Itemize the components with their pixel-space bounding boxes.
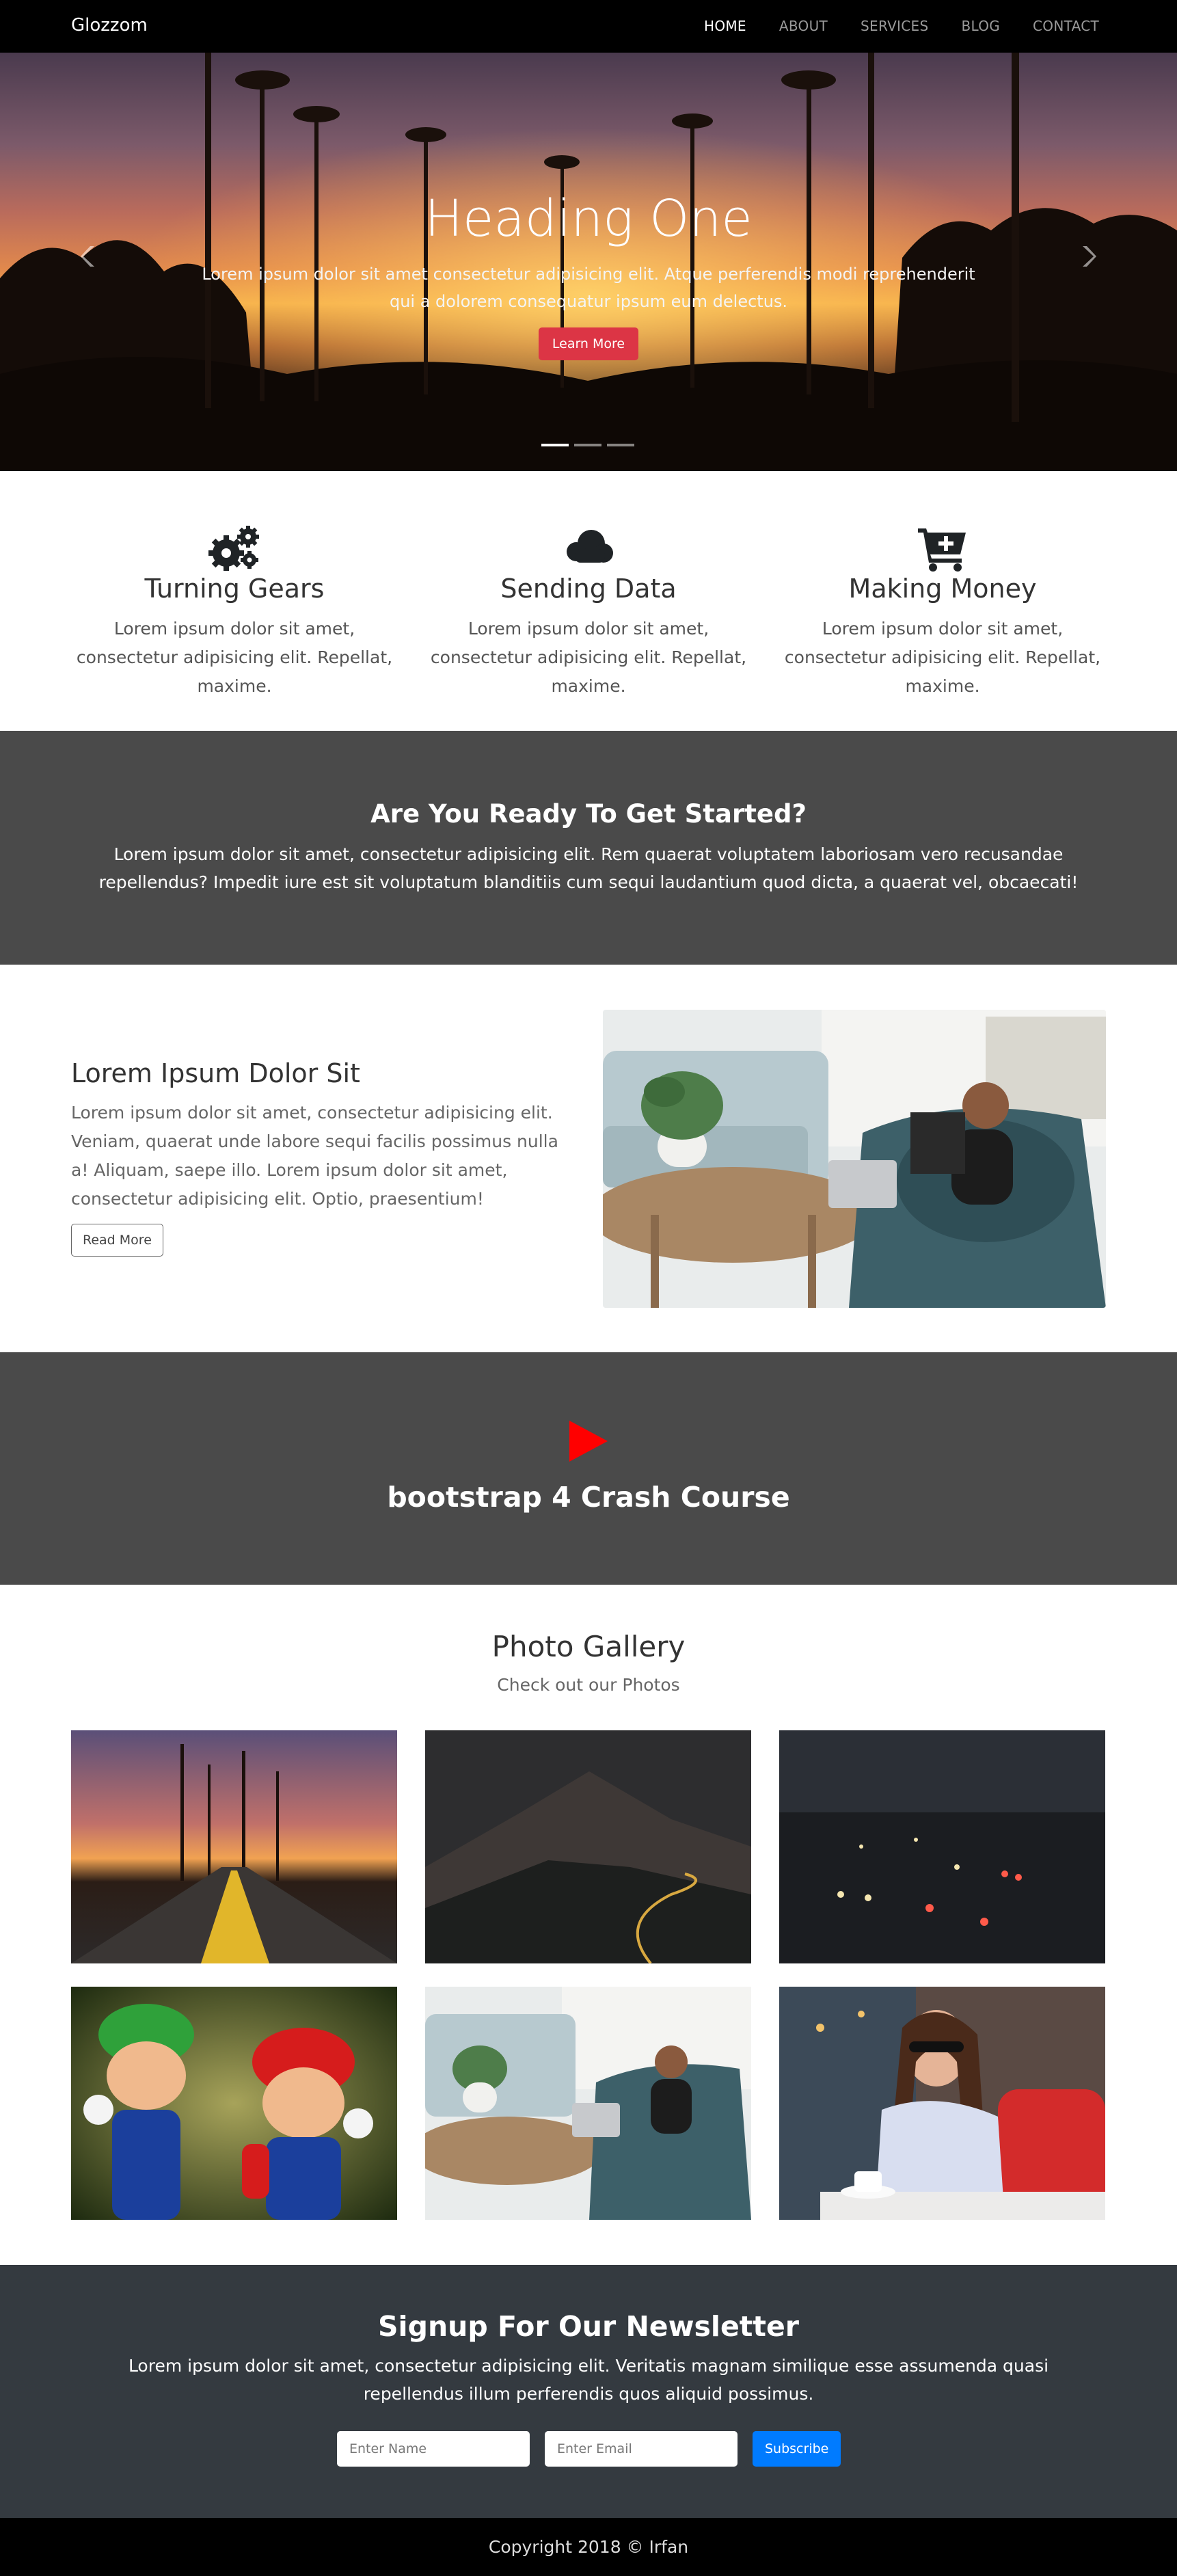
- cart-plus-icon: [918, 528, 966, 572]
- cloud-icon: [567, 530, 613, 563]
- video-section: bootstrap 4 Crash Course: [0, 1352, 1177, 1585]
- subscribe-button[interactable]: Subscribe: [753, 2431, 841, 2467]
- chevron-left-icon: [81, 246, 94, 267]
- carousel-indicators: [541, 444, 634, 446]
- navbar: Glozzom HOME ABOUT SERVICES BLOG CONTACT: [0, 0, 1177, 53]
- hero-heading: Heading One: [424, 189, 753, 248]
- feature-turning-gears: Turning Gears Lorem ipsum dolor sit amet…: [74, 524, 395, 701]
- footer: Copyright 2018 © Irfan: [0, 2518, 1177, 2576]
- gallery-image-woman-cafe[interactable]: [779, 1987, 1105, 2220]
- name-input[interactable]: [337, 2431, 530, 2467]
- carousel-indicator-3[interactable]: [607, 444, 634, 446]
- gallery-subtitle: Check out our Photos: [497, 1675, 680, 1695]
- feature-title: Turning Gears: [144, 574, 325, 604]
- about-text: Lorem ipsum dolor sit amet, consectetur …: [71, 1103, 558, 1209]
- chevron-right-icon: [1083, 246, 1096, 267]
- get-started-text: Lorem ipsum dolor sit amet, consectetur …: [98, 844, 1079, 892]
- hero-text: Lorem ipsum dolor sit amet consectetur a…: [202, 265, 975, 311]
- nav-link-about[interactable]: ABOUT: [779, 18, 828, 34]
- nav-menu: HOME ABOUT SERVICES BLOG CONTACT: [671, 18, 1099, 34]
- hero-carousel: Heading One Lorem ipsum dolor sit amet c…: [0, 53, 1177, 471]
- gears-icon: [208, 526, 259, 571]
- gallery-image-sunset-road[interactable]: [71, 1730, 397, 1963]
- gallery-image-night-traffic[interactable]: [779, 1730, 1105, 1963]
- photo-gallery-section: Photo Gallery Check out our Photos: [0, 1585, 1177, 2333]
- gallery-image-mountain-road[interactable]: [425, 1730, 751, 1963]
- nav-link-contact[interactable]: CONTACT: [1033, 18, 1099, 34]
- gallery-title: Photo Gallery: [491, 1630, 686, 1663]
- email-input[interactable]: [545, 2431, 738, 2467]
- newsletter-form: Subscribe: [337, 2431, 841, 2467]
- gallery-image-reading-girl[interactable]: [425, 1987, 751, 2220]
- play-icon: [569, 1421, 608, 1462]
- feature-making-money: Making Money Lorem ipsum dolor sit amet,…: [782, 524, 1103, 701]
- video-title: bootstrap 4 Crash Course: [387, 1481, 790, 1514]
- hero-caption: Heading One Lorem ipsum dolor sit amet c…: [0, 189, 1177, 360]
- get-started-section: Are You Ready To Get Started? Lorem ipsu…: [0, 731, 1177, 965]
- read-more-button[interactable]: Read More: [71, 1224, 163, 1257]
- nav-link-services[interactable]: SERVICES: [861, 18, 928, 34]
- feature-text: Lorem ipsum dolor sit amet, consectetur …: [784, 619, 1101, 696]
- get-started-title: Are You Ready To Get Started?: [370, 799, 807, 829]
- carousel-indicator-1[interactable]: [541, 444, 569, 446]
- feature-text: Lorem ipsum dolor sit amet, consectetur …: [76, 619, 393, 696]
- newsletter-title: Signup For Our Newsletter: [378, 2310, 799, 2343]
- feature-text: Lorem ipsum dolor sit amet, consectetur …: [430, 619, 747, 696]
- nav-link-home[interactable]: HOME: [704, 18, 746, 34]
- feature-sending-data: Sending Data Lorem ipsum dolor sit amet,…: [428, 524, 749, 701]
- play-button[interactable]: [569, 1421, 608, 1464]
- nav-link-blog[interactable]: BLOG: [961, 18, 1000, 34]
- brand-logo[interactable]: Glozzom: [71, 15, 148, 36]
- feature-title: Making Money: [848, 574, 1037, 604]
- feature-title: Sending Data: [500, 574, 677, 604]
- learn-more-button[interactable]: Learn More: [538, 327, 639, 360]
- features-section: Turning Gears Lorem ipsum dolor sit amet…: [0, 471, 1177, 731]
- about-title: Lorem Ipsum Dolor Sit: [71, 1058, 360, 1088]
- newsletter-text: Lorem ipsum dolor sit amet, consectetur …: [128, 2356, 1049, 2404]
- carousel-indicator-2[interactable]: [574, 444, 601, 446]
- newsletter-section: Signup For Our Newsletter Lorem ipsum do…: [0, 2265, 1177, 2518]
- about-section: Lorem Ipsum Dolor Sit Lorem ipsum dolor …: [0, 965, 1177, 1352]
- gallery-image-mario-luigi[interactable]: [71, 1987, 397, 2220]
- about-image: [603, 1010, 1106, 1308]
- copyright-text: Copyright 2018 © Irfan: [488, 2537, 689, 2557]
